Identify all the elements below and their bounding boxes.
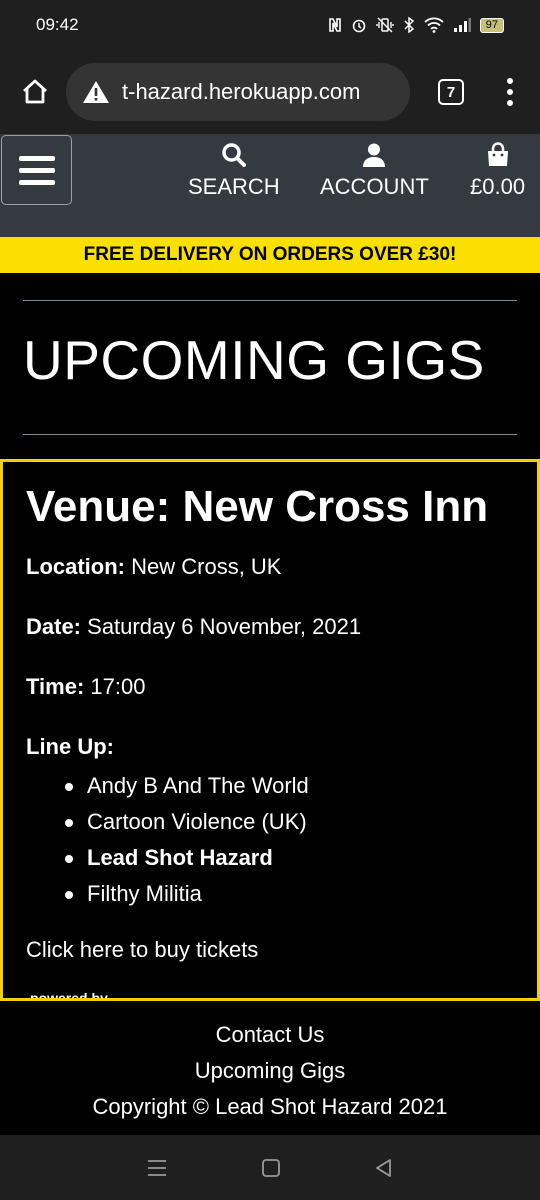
bluetooth-icon xyxy=(404,17,414,33)
lineup-item: Filthy Militia xyxy=(65,876,309,912)
browser-toolbar: t-hazard.herokuapp.com 7 xyxy=(0,50,540,134)
shopping-bag-icon xyxy=(487,142,508,166)
footer-copyright: Copyright © Lead Shot Hazard 2021 xyxy=(92,1094,448,1119)
gig-lineup: Line Up: xyxy=(26,734,114,760)
venue-title: Venue: New Cross Inn xyxy=(26,482,489,531)
status-icons: 97 xyxy=(328,17,504,33)
nav-search-label[interactable]: SEARCH xyxy=(188,174,280,200)
site-footer: Contact Us Upcoming Gigs Copyright © Lea… xyxy=(0,1001,540,1135)
gig-time: Time: 17:00 xyxy=(26,674,145,700)
hamburger-icon[interactable] xyxy=(1,135,72,205)
gig-date: Date: Saturday 6 November, 2021 xyxy=(26,614,361,640)
delivery-banner: FREE DELIVERY ON ORDERS OVER £30! xyxy=(0,237,540,273)
footer-gigs-link[interactable]: Upcoming Gigs xyxy=(195,1053,345,1089)
nav-bag[interactable]: £0.00 xyxy=(470,142,525,200)
status-bar: 09:42 97 xyxy=(0,0,540,50)
address-bar[interactable]: t-hazard.herokuapp.com xyxy=(66,63,410,121)
home-button-icon[interactable] xyxy=(261,1158,281,1178)
warning-icon[interactable] xyxy=(82,79,110,105)
site-header: SEARCH ACCOUNT £0.00 xyxy=(0,134,540,237)
nav-search[interactable]: SEARCH xyxy=(188,142,280,200)
lineup-label: Line Up: xyxy=(26,734,114,759)
date-label: Date: xyxy=(26,614,82,639)
wifi-icon xyxy=(424,17,444,33)
gig-card: Venue: New Cross Inn Location: New Cross… xyxy=(0,459,540,1001)
location-value: New Cross, UK xyxy=(131,554,282,579)
nfc-icon xyxy=(328,18,341,32)
back-icon[interactable] xyxy=(374,1158,394,1178)
gig-location: Location: New Cross, UK xyxy=(26,554,281,580)
battery-icon: 97 xyxy=(479,17,504,33)
powered-by-text: powered by xyxy=(30,990,108,1001)
recent-apps-icon[interactable] xyxy=(146,1158,168,1178)
time-label: Time: xyxy=(26,674,85,699)
buy-tickets-link[interactable]: Click here to buy tickets xyxy=(26,937,258,963)
vibrate-icon xyxy=(376,17,394,33)
page-title: UPCOMING GIGS xyxy=(23,329,485,391)
time-value: 17:00 xyxy=(90,674,146,699)
home-icon[interactable] xyxy=(18,75,52,109)
search-icon xyxy=(222,143,246,167)
lineup-item-headliner: Lead Shot Hazard xyxy=(65,840,309,876)
alarm-icon xyxy=(352,19,366,33)
divider-top xyxy=(23,300,517,301)
more-icon[interactable] xyxy=(498,78,522,106)
nav-account[interactable]: ACCOUNT xyxy=(320,142,429,200)
date-value: Saturday 6 November, 2021 xyxy=(87,614,362,639)
nav-bag-label[interactable]: £0.00 xyxy=(470,174,525,200)
location-label: Location: xyxy=(26,554,125,579)
divider-bottom xyxy=(23,434,517,435)
title-area: UPCOMING GIGS xyxy=(0,273,540,459)
signal-icon xyxy=(453,18,471,32)
lineup-list: Andy B And The World Cartoon Violence (U… xyxy=(65,768,309,912)
system-nav-bar xyxy=(0,1135,540,1200)
user-icon xyxy=(363,143,386,167)
footer-contact-link[interactable]: Contact Us xyxy=(216,1017,325,1053)
tab-switcher-button[interactable]: 7 xyxy=(438,79,464,105)
lineup-item: Cartoon Violence (UK) xyxy=(65,804,309,840)
url-text[interactable]: t-hazard.herokuapp.com xyxy=(122,79,360,105)
status-time: 09:42 xyxy=(36,15,79,34)
lineup-item: Andy B And The World xyxy=(65,768,309,804)
nav-account-label[interactable]: ACCOUNT xyxy=(320,174,429,200)
